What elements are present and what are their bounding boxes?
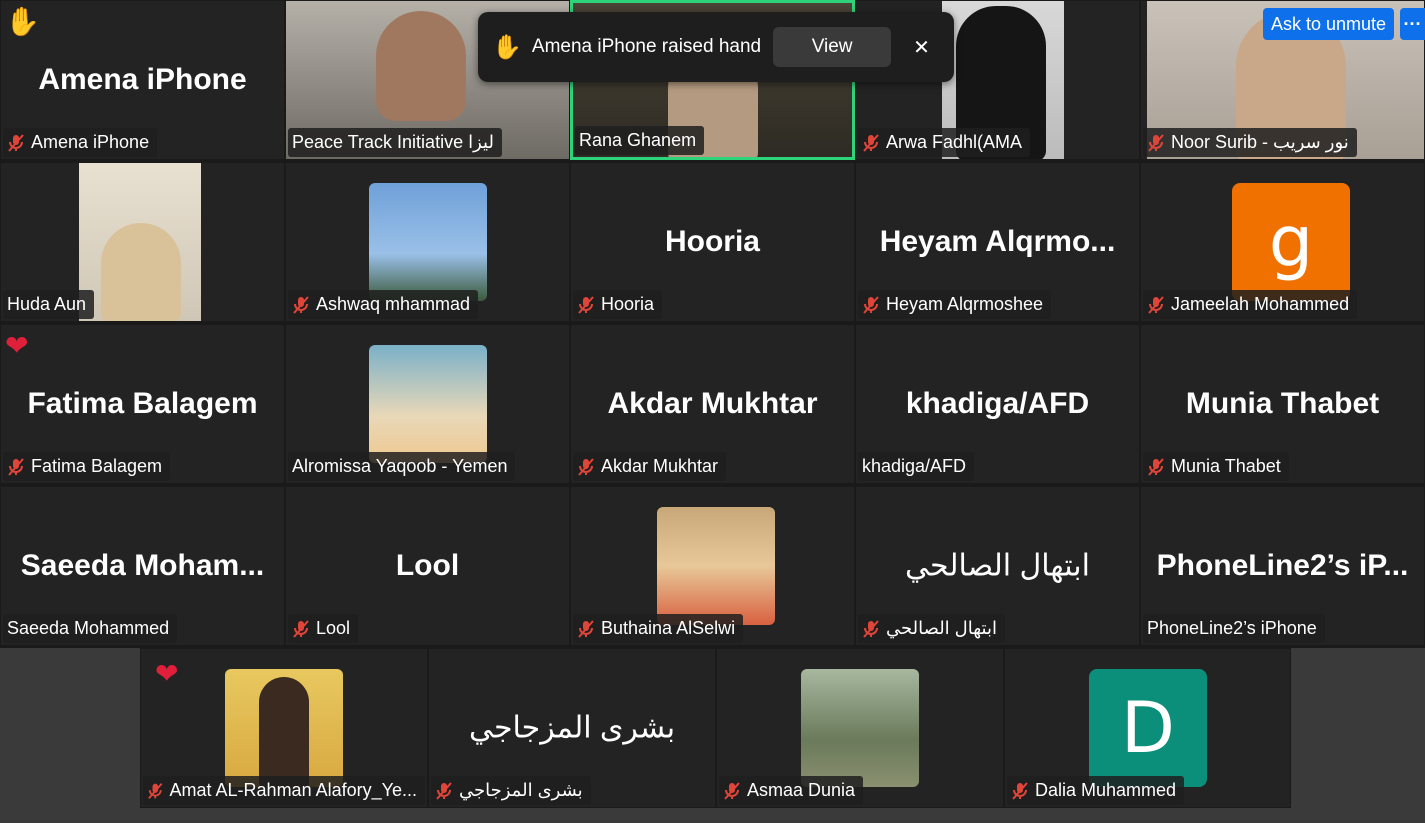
participant-tile[interactable]: Hooria Hooria [570,162,855,322]
participant-display-name: ابتهال الصالحي [905,549,1090,583]
mic-muted-icon [863,133,879,152]
more-options-button[interactable]: ··· [1400,8,1425,40]
participant-tile[interactable]: Heyam Alqrmo... Heyam Alqrmoshee [855,162,1140,322]
profile-picture [801,669,919,787]
mic-muted-icon [578,619,594,638]
participant-label: Jameelah Mohammed [1143,290,1358,319]
mic-muted-icon [1148,133,1164,152]
participant-display-name: Lool [395,549,460,582]
mic-muted-icon [293,619,309,638]
participant-label: khadiga/AFD [858,452,975,481]
participant-display-name: Hooria [664,225,760,258]
raised-hand-notification: ✋ Amena iPhone raised hand View ✕ [478,12,954,82]
profile-picture [657,507,775,625]
participant-label: PhoneLine2’s iPhone [1143,614,1325,643]
mic-muted-icon [863,295,879,314]
participant-tile[interactable]: Saeeda Moham... Saeeda Mohammed [0,486,285,646]
person-silhouette [376,11,466,121]
notification-text: Amena iPhone raised hand [531,36,762,57]
participant-display-name: Heyam Alqrmo... [879,225,1116,258]
participant-display-name: Saeeda Moham... [20,549,265,582]
mic-muted-icon [1148,457,1164,476]
avatar: D [1089,669,1207,787]
participant-display-name: PhoneLine2’s iP... [1156,549,1409,582]
participant-label: Saeeda Mohammed [3,614,178,643]
participant-label: Alromissa Yaqoob - Yemen [288,452,516,481]
participant-label: Ashwaq mhammad [288,290,479,319]
participant-tile[interactable]: Buthaina AlSelwi [570,486,855,646]
participant-tile[interactable]: PhoneLine2’s iP... PhoneLine2’s iPhone [1140,486,1425,646]
close-icon[interactable]: ✕ [913,35,930,60]
participant-label: Dalia Muhammed [1007,776,1185,805]
mic-muted-icon [1148,295,1164,314]
participant-tile[interactable]: g Jameelah Mohammed [1140,162,1425,322]
mic-muted-icon [724,781,740,800]
participant-tile[interactable]: ابتهال الصالحي ابتهال الصالحي [855,486,1140,646]
participant-tile[interactable]: ✋ Amena iPhone Amena iPhone [0,0,285,160]
mic-muted-icon [8,133,24,152]
participant-label: Buthaina AlSelwi [573,614,744,643]
participant-tile[interactable]: Huda Aun [0,162,285,322]
gallery-last-row: ❤ Amat AL-Rahman Alafory_Ye... بشرى المز… [140,648,1291,808]
participant-label: Akdar Mukhtar [573,452,727,481]
participant-label: Huda Aun [3,290,95,319]
participant-label: Hooria [573,290,663,319]
participant-tile[interactable]: D Dalia Muhammed [1004,648,1291,808]
person-silhouette [259,677,309,789]
raised-hand-icon: ✋ [492,33,522,61]
participant-display-name: Akdar Mukhtar [607,387,818,420]
participant-label: Asmaa Dunia [719,776,864,805]
avatar: g [1232,183,1350,301]
profile-picture [369,183,487,301]
heart-reaction-icon: ❤ [5,330,29,361]
mic-muted-icon [436,781,452,800]
participant-tile[interactable]: Ashwaq mhammad [285,162,570,322]
participant-display-name: Amena iPhone [38,63,247,96]
gallery-grid: ✋ Amena iPhone Amena iPhone Peace Track … [0,0,1425,648]
person-silhouette [101,223,181,321]
view-button[interactable]: View [773,27,892,67]
participant-display-name: Munia Thabet [1185,387,1380,420]
mic-muted-icon [1012,781,1028,800]
participant-tile[interactable]: Asmaa Dunia [716,648,1004,808]
participant-tile[interactable]: ❤ Fatima Balagem Fatima Balagem [0,324,285,484]
ask-to-unmute-button[interactable]: Ask to unmute [1263,8,1395,40]
participant-label: Heyam Alqrmoshee [858,290,1052,319]
participant-label: Lool [288,614,359,643]
participant-tile[interactable]: Akdar Mukhtar Akdar Mukhtar [570,324,855,484]
heart-reaction-icon: ❤ [155,658,179,689]
participant-tile[interactable]: Munia Thabet Munia Thabet [1140,324,1425,484]
participant-label: Peace Track Initiative ليزا [288,128,502,157]
participant-label: Amena iPhone [3,128,158,157]
participant-label: Noor Surib - نور سريب [1143,128,1357,157]
participant-tile[interactable]: ❤ Amat AL-Rahman Alafory_Ye... [140,648,428,808]
participant-display-name: بشرى المزجاجي [468,711,676,745]
profile-picture [369,345,487,463]
participant-display-name: Fatima Balagem [27,387,258,420]
participant-tile[interactable]: khadiga/AFD khadiga/AFD [855,324,1140,484]
mic-muted-icon [578,457,594,476]
participant-tile[interactable]: Alromissa Yaqoob - Yemen [285,324,570,484]
participant-label: Fatima Balagem [3,452,171,481]
participant-label: Arwa Fadhl(AMA [858,128,1031,157]
participant-label: ابتهال الصالحي [858,614,1005,643]
mic-muted-icon [148,782,163,799]
participant-label: بشرى المزجاجي [431,776,591,805]
raised-hand-icon: ✋ [5,6,40,37]
mic-muted-icon [863,619,879,638]
participant-label: Munia Thabet [1143,452,1289,481]
mic-muted-icon [8,457,24,476]
participant-label: Rana Ghanem [575,126,705,155]
mic-muted-icon [578,295,594,314]
participant-label: Amat AL-Rahman Alafory_Ye... [143,776,425,805]
mic-muted-icon [293,295,309,314]
participant-tile[interactable]: Lool Lool [285,486,570,646]
participant-display-name: khadiga/AFD [905,387,1090,420]
participant-tile[interactable]: بشرى المزجاجي بشرى المزجاجي [428,648,716,808]
